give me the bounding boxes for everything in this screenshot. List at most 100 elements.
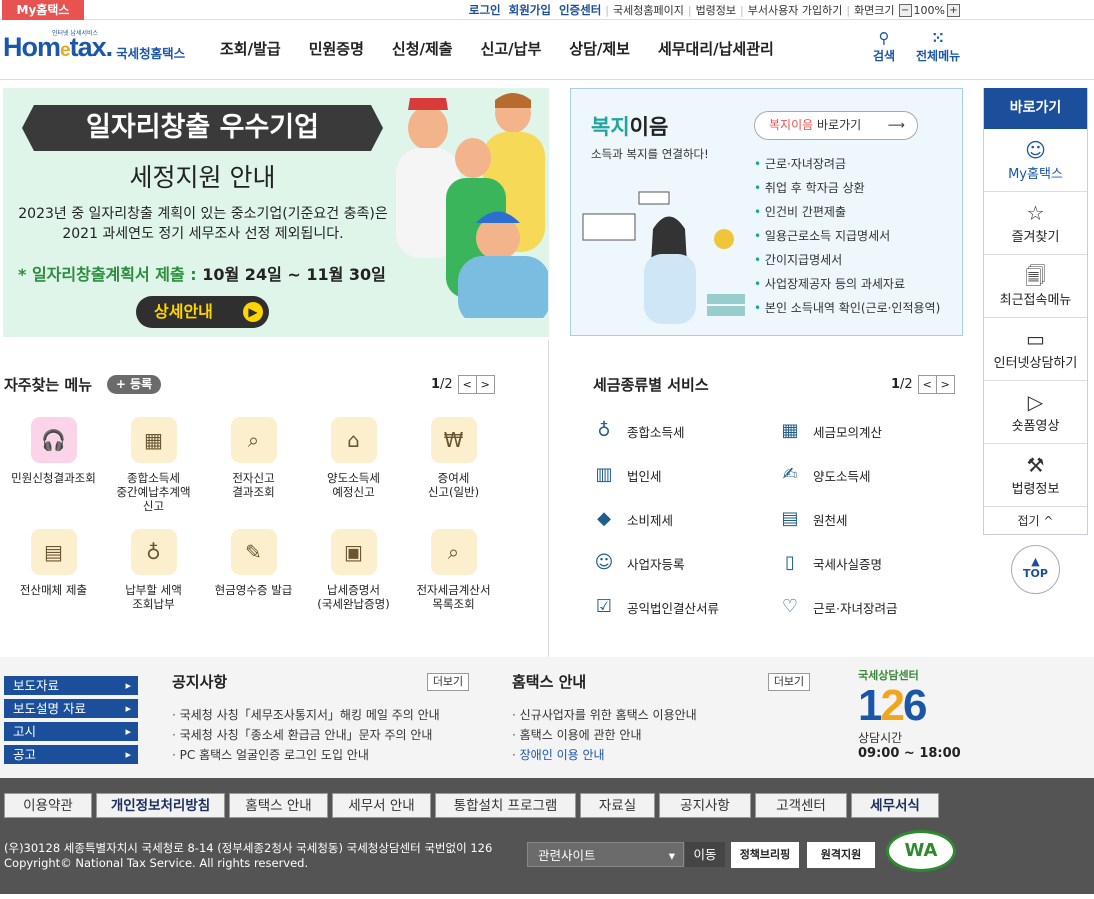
footer-customer-center-link[interactable]: 고객센터 xyxy=(755,793,847,818)
frequent-pager: 1/2 < > xyxy=(431,375,495,394)
person-icon: ☺ xyxy=(1025,138,1046,162)
welfare-item[interactable]: 일용근로소득 지급명세서 xyxy=(754,224,940,248)
receipt-icon: ▤ xyxy=(781,508,799,529)
footer-privacy-link[interactable]: 개인정보처리방침 xyxy=(96,793,225,818)
tax-earned-income-credit[interactable]: ♡ 근로·자녀장려금 xyxy=(779,596,898,618)
banner-subline: 세정지원 안내 xyxy=(129,163,276,192)
login-link[interactable]: 로그인 xyxy=(465,2,505,18)
notice-item[interactable]: PC 홈택스 얼굴인증 로그인 도입 안내 xyxy=(172,745,440,765)
scroll-top-button[interactable]: ▲ TOP xyxy=(1011,545,1060,594)
promo-banner[interactable]: 일자리창출 우수기업 세정지원 안내 2023년 중 일자리창출 계획이 있는 … xyxy=(3,88,549,337)
footer-hometax-guide-link[interactable]: 홈택스 안내 xyxy=(229,793,328,818)
footer-tax-office-link[interactable]: 세무서 안내 xyxy=(332,793,431,818)
nav-report-pay[interactable]: 신고/납부 xyxy=(467,38,556,59)
top-utility-bar: My홈택스 로그인 회원가입 인증센터 | 국세청홈페이지 | 법령정보 | 부… xyxy=(0,0,1094,20)
quick-shorts-video[interactable]: ▷ 숏폼영상 xyxy=(984,381,1087,444)
tax-public-interest[interactable]: ☑ 공익법인결산서류 xyxy=(593,596,719,618)
press-release-link[interactable]: 보도자료 xyxy=(4,676,138,695)
menu-gift-tax[interactable]: ₩ 증여세 신고(일반) xyxy=(406,417,501,499)
welfare-item[interactable]: 취업 후 학자금 상환 xyxy=(754,176,940,200)
menu-e-filing-result[interactable]: ⌕ 전자신고 결과조회 xyxy=(206,417,301,499)
tax-consumption[interactable]: ◆ 소비제세 xyxy=(593,508,673,530)
welfare-item[interactable]: 근로·자녀장려금 xyxy=(754,152,940,176)
frequent-prev-button[interactable]: < xyxy=(457,375,477,394)
notice-more-button[interactable]: 더보기 xyxy=(427,673,469,691)
welfare-item[interactable]: 본인 소득내역 확인(근로·인적용역) xyxy=(754,296,940,320)
nav-inquiry-issue[interactable]: 조회/발급 xyxy=(206,38,295,59)
nts-homepage-link[interactable]: 국세청홈페이지 xyxy=(609,2,688,18)
tax-simulation[interactable]: ▦ 세금모의계산 xyxy=(779,420,882,442)
menu-media-submit[interactable]: ▤ 전산매체 제출 xyxy=(6,529,101,597)
menu-e-invoice-list[interactable]: ⌕ 전자세금계산서 목록조회 xyxy=(406,529,501,611)
search-icon: ⚲ xyxy=(878,29,890,47)
cert-center-link[interactable]: 인증센터 xyxy=(555,2,605,18)
tax-capital-gains[interactable]: ✍ 양도소득세 xyxy=(779,464,870,486)
go-button[interactable]: 이동 xyxy=(685,842,725,867)
tax-business-registration[interactable]: ☺ 사업자등록 xyxy=(593,552,685,574)
tax-corporate[interactable]: ▥ 법인세 xyxy=(593,464,661,486)
signup-link[interactable]: 회원가입 xyxy=(505,2,555,18)
menu-civil-result[interactable]: 🎧 민원신청결과조회 xyxy=(6,417,101,485)
money-bag-icon: ♁ xyxy=(597,420,611,441)
guide-more-button[interactable]: 더보기 xyxy=(768,673,810,691)
notification-link[interactable]: 고시 xyxy=(4,722,138,741)
quick-online-consult[interactable]: ▭ 인터넷상담하기 xyxy=(984,318,1087,381)
welfare-illustration xyxy=(582,191,745,324)
tax-global-income[interactable]: ♁ 종합소득세 xyxy=(593,420,684,442)
menu-payable-tax[interactable]: ♁ 납부할 세액 조회납부 xyxy=(106,529,201,611)
register-menu-button[interactable]: + 등록 xyxy=(107,375,161,394)
guide-item[interactable]: 홈택스 이용에 관한 안내 xyxy=(512,725,697,745)
quick-recent-menu[interactable]: 🗐 최근접속메뉴 xyxy=(984,255,1087,318)
footer-install-link[interactable]: 통합설치 프로그램 xyxy=(435,793,576,818)
remote-support-badge[interactable]: 원격지원 xyxy=(807,842,875,868)
invoice-search-icon: ⌕ xyxy=(430,529,477,575)
search-button[interactable]: ⚲ 검색 xyxy=(873,30,895,64)
nav-tax-agent[interactable]: 세무대리/납세관리 xyxy=(644,38,788,59)
nav-consult-report[interactable]: 상담/제보 xyxy=(555,38,644,59)
all-menu-label: 전체메뉴 xyxy=(916,49,961,63)
calculator-icon: ▦ xyxy=(781,420,799,441)
hometax-logo[interactable]: Hometax. 국세청홈택스 xyxy=(3,27,185,67)
press-explanation-link[interactable]: 보도설명 자료 xyxy=(4,699,138,718)
footer-notice-link[interactable]: 공지사항 xyxy=(659,793,751,818)
footer-tax-forms-link[interactable]: 세무서식 xyxy=(851,793,939,818)
my-hometax-tab[interactable]: My홈택스 xyxy=(2,0,84,20)
welfare-subtitle: 소득과 복지를 연결하다! xyxy=(591,147,709,161)
zoom-in-button[interactable]: + xyxy=(947,3,960,17)
tax-fact-certificate[interactable]: ▯ 국세사실증명 xyxy=(779,552,882,574)
zoom-out-button[interactable]: − xyxy=(898,3,912,17)
notice-item[interactable]: 국세청 사칭「종소세 환급금 안내」문자 주의 안내 xyxy=(172,725,440,745)
tax-withholding[interactable]: ▤ 원천세 xyxy=(779,508,847,530)
banner-headline: 일자리창출 우수기업 xyxy=(22,105,383,151)
welfare-go-button[interactable]: 복지이음 바로가기 ⟶ xyxy=(754,111,918,140)
fold-button[interactable]: 접기 ^ xyxy=(984,507,1087,535)
dept-user-signup-link[interactable]: 부서사용자 가입하기 xyxy=(744,2,847,18)
frequent-next-button[interactable]: > xyxy=(475,375,495,394)
menu-capital-gains-tax[interactable]: ⌂ 양도소득세 예정신고 xyxy=(306,417,401,499)
welfare-item[interactable]: 사업장제공자 등의 과세자료 xyxy=(754,272,940,296)
announcement-link[interactable]: 공고 xyxy=(4,745,138,764)
main-navigation: 조회/발급 민원증명 신청/제출 신고/납부 상담/제보 세무대리/납세관리 xyxy=(206,38,788,59)
related-sites-select[interactable]: 관련사이트 xyxy=(527,842,684,868)
banner-detail-button[interactable]: 상세안내 ▶ xyxy=(136,296,269,328)
menu-cash-receipt[interactable]: ✎ 현금영수증 발급 xyxy=(206,529,301,597)
menu-tax-certificate[interactable]: ▣ 납세증명서 (국세완납증명) xyxy=(306,529,401,611)
tax-type-next-button[interactable]: > xyxy=(935,375,955,394)
guide-item[interactable]: 장애인 이용 안내 xyxy=(512,745,697,765)
quick-my-hometax[interactable]: ☺ My홈택스 xyxy=(984,129,1087,192)
notice-item[interactable]: 국세청 사칭「세무조사통지서」해킹 메일 주의 안내 xyxy=(172,705,440,725)
quick-law-info[interactable]: ⚒ 법령정보 xyxy=(984,444,1087,507)
policy-briefing-badge[interactable]: 정책브리핑 xyxy=(731,842,799,868)
nav-civil-certificate[interactable]: 민원증명 xyxy=(295,38,378,59)
welfare-item[interactable]: 인건비 간편제출 xyxy=(754,200,940,224)
law-info-link[interactable]: 법령정보 xyxy=(692,2,740,18)
nav-apply-submit[interactable]: 신청/제출 xyxy=(378,38,467,59)
welfare-item[interactable]: 간이지급명세서 xyxy=(754,248,940,272)
guide-item[interactable]: 신규사업자를 위한 홈택스 이용안내 xyxy=(512,705,697,725)
quick-favorites[interactable]: ☆ 즐겨찾기 xyxy=(984,192,1087,255)
footer-archive-link[interactable]: 자료실 xyxy=(580,793,655,818)
tax-type-prev-button[interactable]: < xyxy=(917,375,937,394)
menu-income-tax-interim[interactable]: ▦ 종합소득세 중간예납추계액 신고 xyxy=(106,417,201,513)
footer-terms-link[interactable]: 이용약관 xyxy=(4,793,92,818)
all-menu-button[interactable]: ⁙ 전체메뉴 xyxy=(916,30,960,64)
